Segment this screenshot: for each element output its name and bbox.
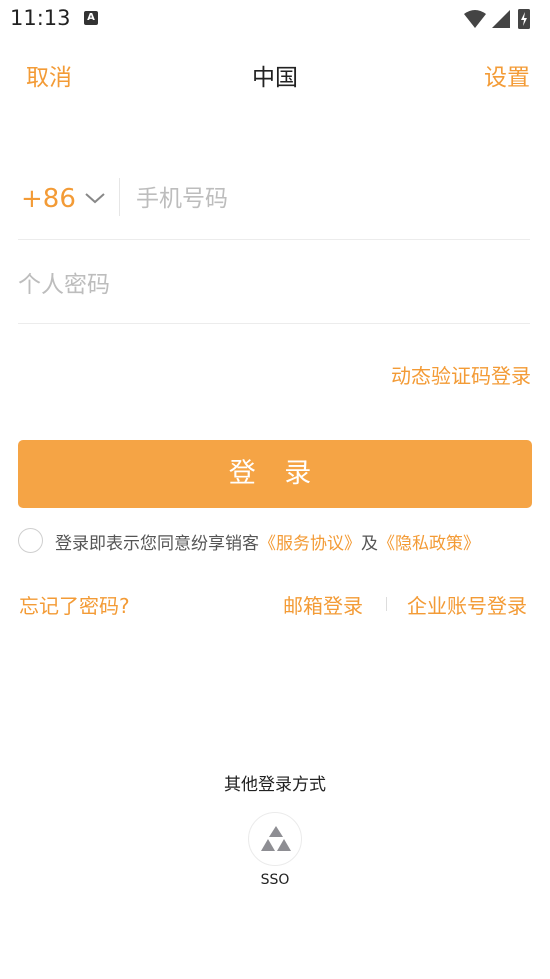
status-icons (464, 9, 530, 29)
notification-a-icon: A (84, 11, 98, 25)
sso-login-button[interactable] (248, 812, 302, 866)
settings-button[interactable]: 设置 (484, 58, 530, 92)
secondary-links: 忘记了密码? 邮箱登录 企业账号登录 (0, 590, 550, 620)
forgot-password-link[interactable]: 忘记了密码? (19, 590, 130, 619)
status-time: 11:13 (10, 6, 71, 30)
email-login-link[interactable]: 邮箱登录 (283, 590, 363, 619)
otp-login-link[interactable]: 动态验证码登录 (391, 360, 531, 389)
nav-bar: 取消 中国 设置 (0, 48, 550, 100)
country-code-selector[interactable]: +86 (21, 184, 76, 214)
agreement-text: 登录即表示您同意纷享销客《服务协议》及《隐私政策》 (55, 529, 480, 554)
privacy-policy-link[interactable]: 《隐私政策》 (378, 534, 480, 554)
status-bar: 11:13 A (0, 0, 550, 40)
agreement-row: 登录即表示您同意纷享销客《服务协议》及《隐私政策》 (18, 527, 538, 555)
agreement-conjunction: 及 (361, 534, 378, 554)
password-row (18, 252, 530, 324)
agreement-checkbox[interactable] (18, 528, 43, 553)
phone-divider (119, 178, 120, 216)
sso-triangle-icon (261, 826, 291, 851)
wifi-icon (464, 10, 486, 28)
password-input[interactable] (18, 264, 518, 306)
link-separator (386, 597, 387, 611)
login-button[interactable]: 登 录 (18, 440, 532, 508)
other-login-title: 其他登录方式 (224, 775, 326, 795)
agreement-prefix: 登录即表示您同意纷享销客 (55, 534, 259, 554)
chevron-down-icon[interactable] (84, 190, 106, 206)
signal-icon (492, 10, 510, 28)
phone-input[interactable] (136, 178, 516, 220)
enterprise-login-link[interactable]: 企业账号登录 (407, 590, 527, 619)
service-agreement-link[interactable]: 《服务协议》 (259, 534, 361, 554)
page-title: 中国 (252, 65, 298, 91)
sso-label: SSO (260, 872, 290, 888)
phone-row: +86 (18, 168, 530, 240)
